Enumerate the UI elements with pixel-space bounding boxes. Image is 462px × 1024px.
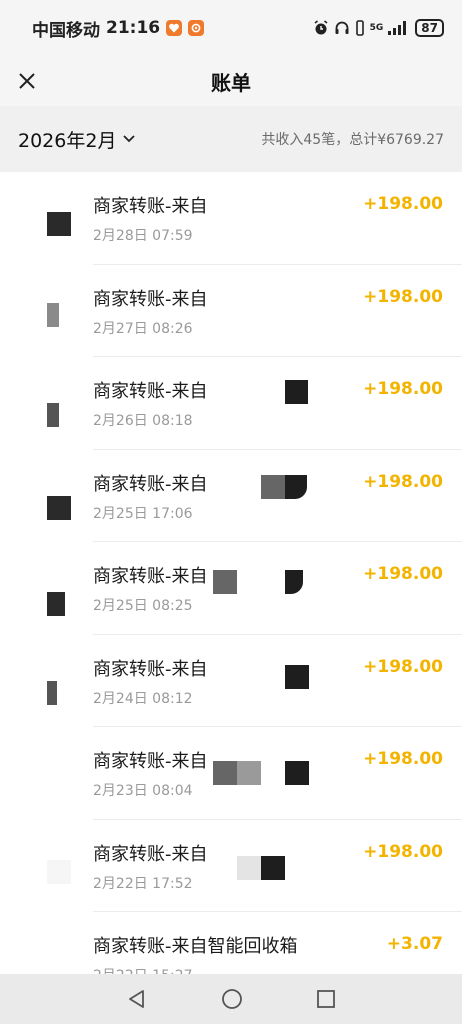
transaction-row[interactable]: 商家转账-来自 2月22日 17:52 +198.00 [0, 820, 462, 912]
transaction-row[interactable]: 商家转账-来自 2月27日 08:26 +198.00 [0, 265, 462, 357]
clock: 21:16 [106, 18, 161, 38]
system-nav-bar [0, 974, 462, 1024]
transaction-time: 2月22日 15:27 [93, 965, 193, 974]
transaction-row[interactable]: 商家转账-来自 2月24日 08:12 +198.00 [0, 635, 462, 727]
signal-icon [388, 21, 407, 35]
page-title: 账单 [211, 70, 251, 95]
transaction-time: 2月27日 08:26 [93, 320, 193, 337]
transaction-time: 2月25日 08:25 [93, 598, 193, 614]
merchant-avatar [47, 592, 65, 616]
redaction-block [213, 570, 237, 594]
recents-square-icon [316, 990, 335, 1008]
merchant-avatar [47, 680, 57, 705]
nav-bar: 账单 [0, 56, 462, 106]
transaction-time: 2月23日 08:04 [93, 783, 193, 799]
headphones-icon [335, 21, 349, 34]
transaction-body: 商家转账-来自 2月23日 08:04 +198.00 [93, 727, 462, 820]
transaction-time: 2月26日 08:18 [93, 413, 193, 429]
transaction-amount: +198.00 [363, 841, 443, 862]
merchant-avatar [47, 952, 71, 974]
home-button[interactable] [221, 988, 243, 1010]
filter-bar: 2026年2月 共收入45笔，总计¥6769.27 [0, 106, 462, 172]
back-button[interactable] [126, 988, 148, 1010]
vibrate-icon [355, 20, 364, 36]
transaction-body: 商家转账-来自 2月28日 07:59 +198.00 [93, 172, 462, 265]
close-icon [19, 73, 35, 89]
alarm-icon [314, 20, 328, 35]
transaction-amount: +198.00 [363, 471, 443, 492]
merchant-avatar [47, 859, 71, 884]
transaction-amount: +198.00 [363, 194, 443, 214]
transaction-title: 商家转账-来自 [93, 658, 208, 680]
status-bar: 中国移动 21:16 5G 87 [0, 0, 462, 56]
close-button[interactable] [10, 64, 44, 98]
redaction-block [213, 761, 237, 785]
transaction-list[interactable]: 商家转账-来自 2月28日 07:59 +198.00 商家转账-来自 2月27… [0, 172, 462, 974]
income-summary: 共收入45笔，总计¥6769.27 [261, 132, 444, 148]
transaction-title: 商家转账-来自 [93, 566, 208, 587]
transaction-amount: +198.00 [363, 564, 443, 584]
transaction-row[interactable]: 商家转账-来自 2月26日 08:18 +198.00 [0, 357, 462, 450]
transaction-body: 商家转账-来自智能回收箱 2月22日 15:27 +3.07 [93, 912, 462, 974]
transaction-title: 商家转账-来自 [93, 751, 208, 772]
home-circle-icon [222, 989, 242, 1009]
merchant-avatar [47, 403, 59, 427]
transaction-title: 商家转账-来自 [93, 288, 208, 310]
transaction-amount: +198.00 [363, 656, 443, 677]
transaction-row[interactable]: 商家转账-来自 2月28日 07:59 +198.00 [0, 172, 462, 265]
transaction-body: 商家转账-来自 2月26日 08:18 +198.00 [93, 357, 462, 450]
transaction-body: 商家转账-来自 2月24日 08:12 +198.00 [93, 635, 462, 727]
app-notification-icon [188, 20, 205, 36]
merchant-avatar [47, 767, 71, 791]
transaction-time: 2月25日 17:06 [93, 505, 193, 522]
redaction-block [285, 761, 309, 785]
redaction-block [285, 665, 309, 689]
transaction-amount: +198.00 [363, 379, 443, 399]
merchant-avatar [47, 212, 71, 236]
transaction-title: 商家转账-来自 [93, 843, 208, 865]
chevron-down-icon [123, 135, 136, 143]
redaction-block [285, 380, 308, 404]
recents-button[interactable] [316, 989, 336, 1009]
transaction-title: 商家转账-来自 [93, 196, 208, 217]
transaction-row[interactable]: 商家转账-来自 2月25日 17:06 +198.00 [0, 450, 462, 542]
redaction-block [261, 475, 285, 499]
back-triangle-icon [129, 990, 145, 1008]
transaction-body: 商家转账-来自 2月27日 08:26 +198.00 [93, 265, 462, 357]
carrier-name: 中国移动 [32, 20, 100, 41]
battery-level: 87 [415, 19, 444, 37]
merchant-avatar [47, 302, 59, 327]
redaction-block [237, 761, 261, 785]
transaction-amount: +3.07 [386, 934, 443, 954]
transaction-title: 商家转账-来自 [93, 381, 208, 402]
transaction-row[interactable]: 商家转账-来自智能回收箱 2月22日 15:27 +3.07 [0, 912, 462, 974]
heart-app-icon [166, 20, 183, 36]
transaction-amount: +198.00 [363, 749, 443, 769]
transaction-title: 商家转账-来自智能回收箱 [93, 936, 298, 957]
transaction-time: 2月28日 07:59 [93, 228, 193, 244]
redaction-block [261, 856, 285, 880]
transaction-time: 2月22日 17:52 [93, 875, 193, 892]
month-selector[interactable]: 2026年2月 [18, 126, 136, 153]
transaction-amount: +198.00 [363, 286, 443, 307]
network-type: 5G [369, 23, 384, 33]
status-right: 5G 87 [313, 19, 444, 37]
transaction-title: 商家转账-来自 [93, 473, 208, 495]
merchant-avatar [47, 495, 71, 520]
transaction-time: 2月24日 08:12 [93, 690, 193, 707]
month-label: 2026年2月 [18, 129, 117, 152]
transaction-body: 商家转账-来自 2月25日 08:25 +198.00 [93, 542, 462, 635]
status-left: 中国移动 21:16 [32, 16, 205, 41]
redaction-block [237, 856, 261, 880]
